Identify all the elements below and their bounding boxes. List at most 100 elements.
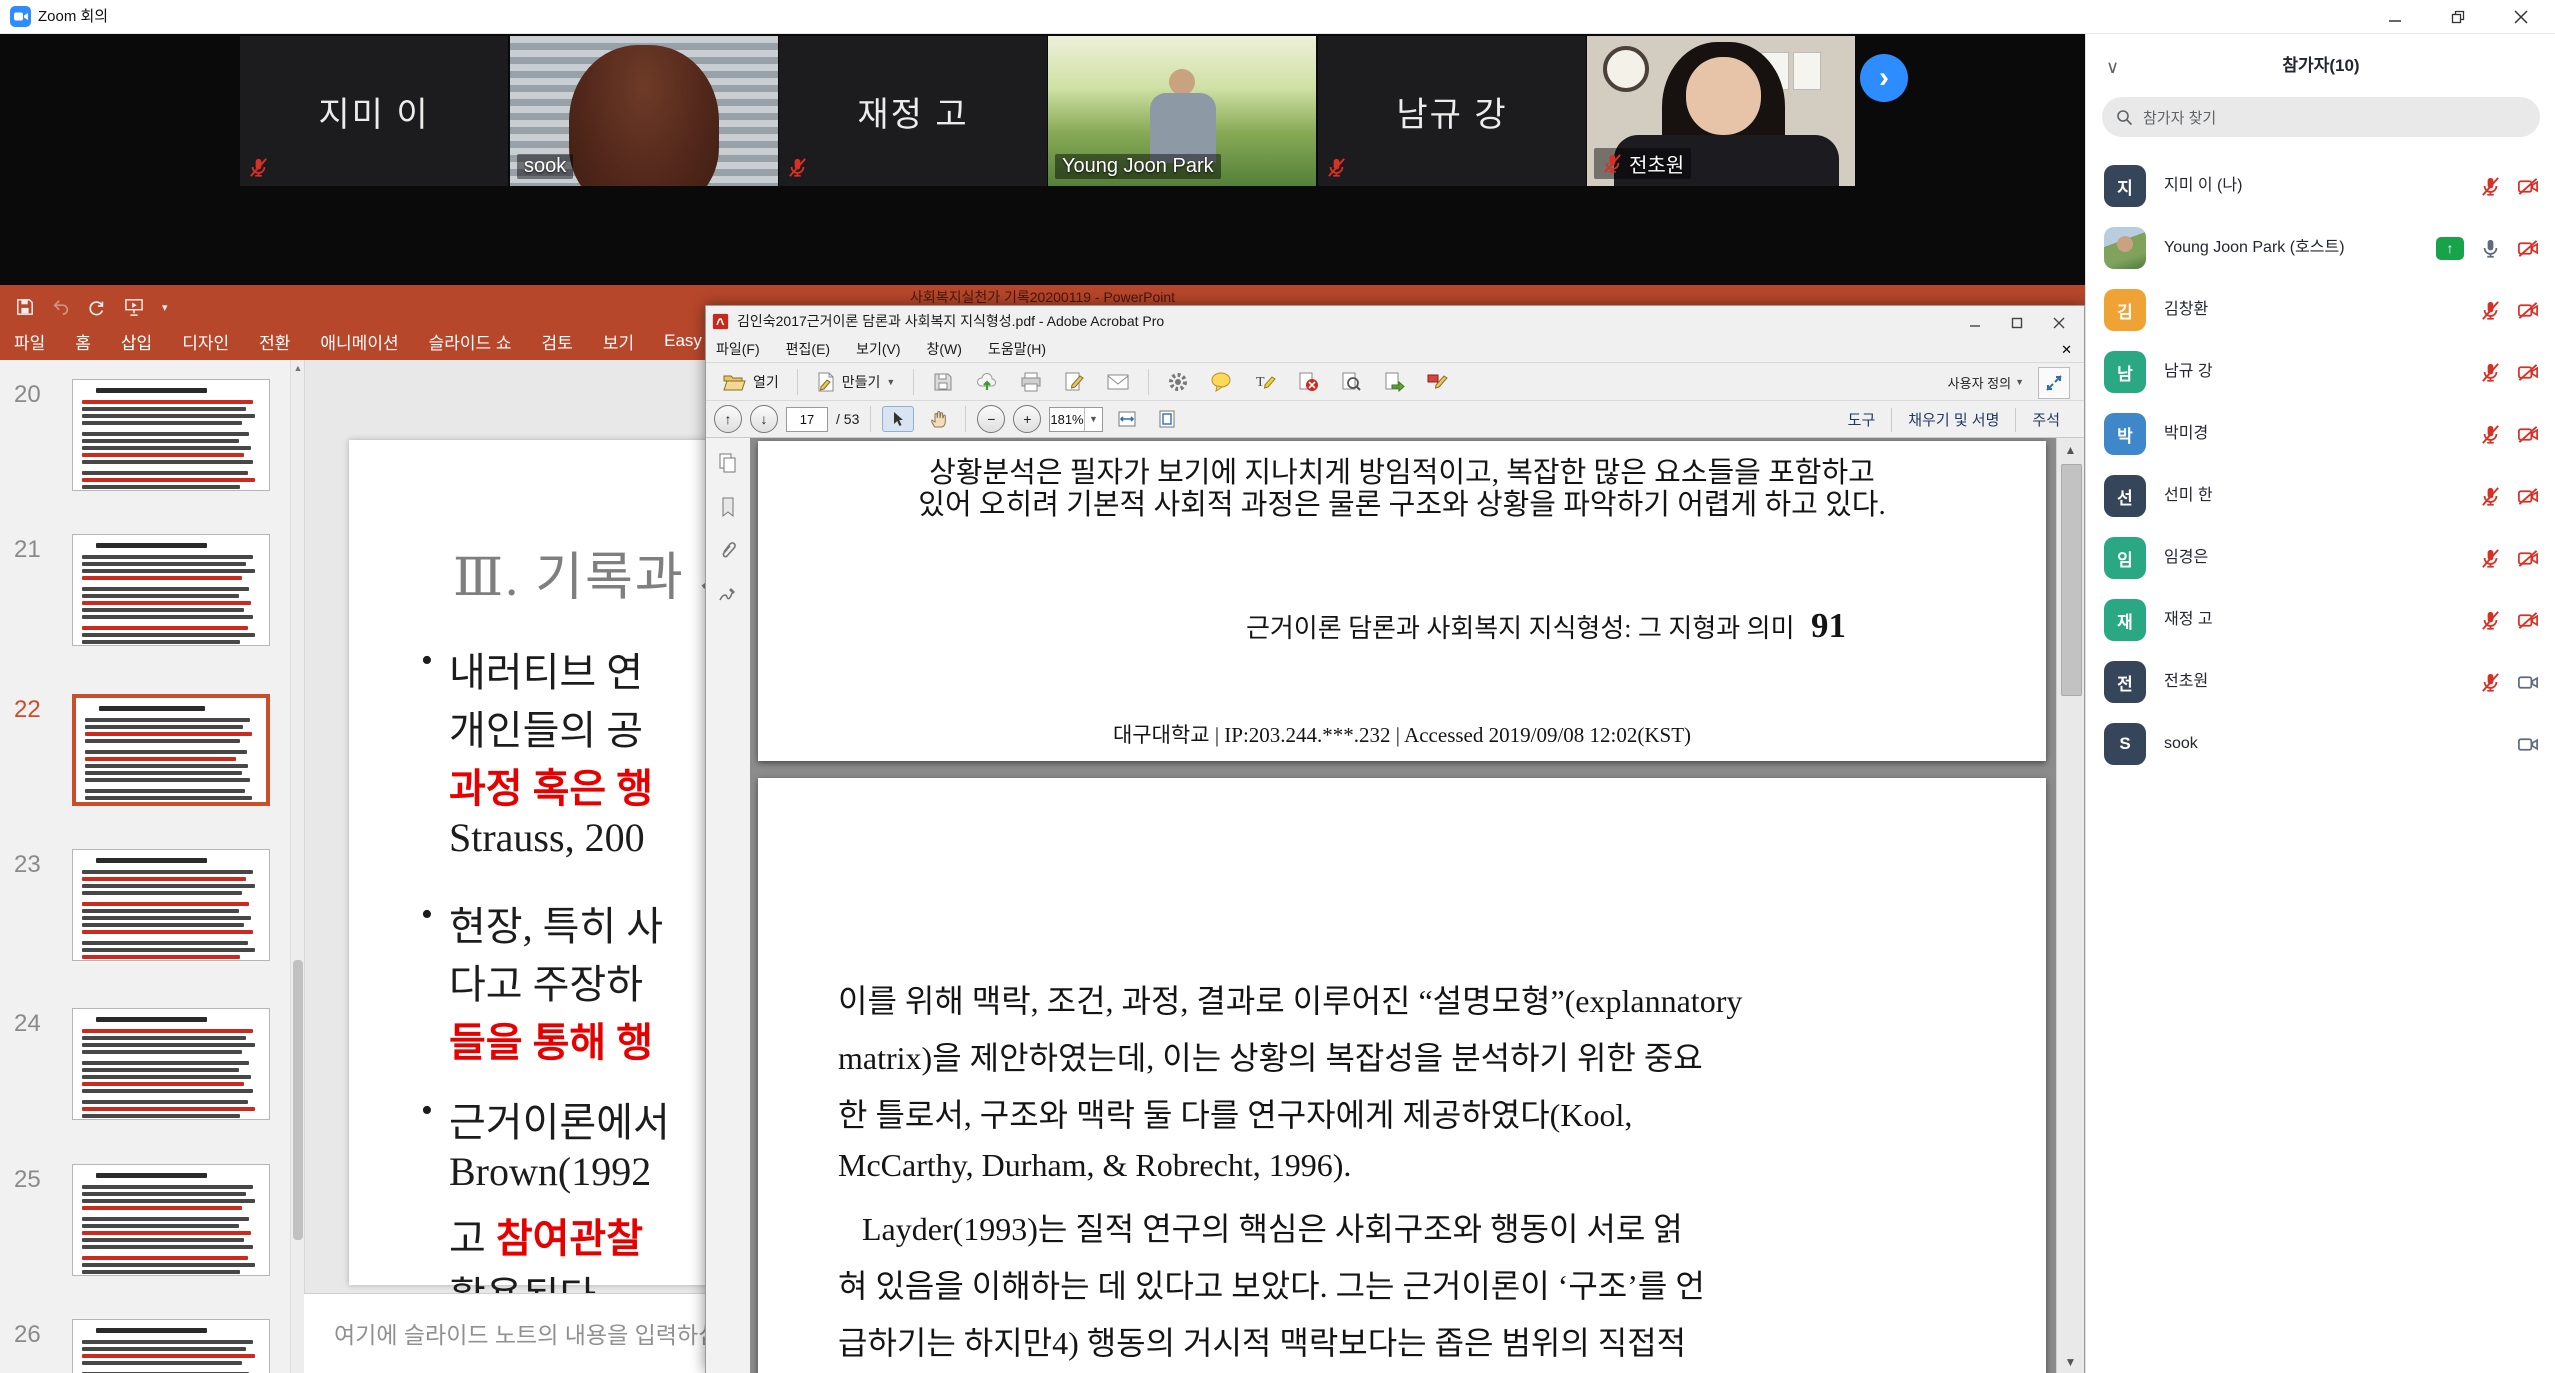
ribbon-tab-6[interactable]: 애니메이션 bbox=[320, 329, 398, 354]
mic-off-icon bbox=[2479, 299, 2502, 322]
comment-balloon-icon[interactable] bbox=[1204, 368, 1239, 396]
video-tile-1[interactable]: 지미 이 bbox=[240, 36, 508, 186]
participant-row[interactable]: 선선미 한 bbox=[2086, 465, 2555, 527]
participant-row[interactable]: 지지미 이 (나) bbox=[2086, 155, 2555, 217]
save-disk-icon[interactable] bbox=[926, 368, 960, 396]
hand-tool-icon[interactable] bbox=[922, 406, 954, 432]
ribbon-tab-4[interactable]: 디자인 bbox=[182, 329, 229, 354]
ribbon-tab-7[interactable]: 슬라이드 쇼 bbox=[429, 329, 512, 354]
zoom-titlebar[interactable]: Zoom 회의 bbox=[0, 0, 2555, 34]
resize-arrows-icon[interactable] bbox=[2038, 367, 2070, 399]
gear-icon[interactable] bbox=[1161, 368, 1195, 396]
fit-page-icon[interactable] bbox=[1151, 406, 1183, 432]
menu-1[interactable]: 파일(F) bbox=[716, 339, 760, 359]
signatures-icon[interactable] bbox=[717, 584, 739, 606]
participant-search-input[interactable]: 참가자 찾기 bbox=[2102, 97, 2540, 137]
slide-thumbnail-21[interactable] bbox=[72, 534, 270, 646]
acrobat-task-buttons: 도구 채우기 및 서명 주석 bbox=[1832, 401, 2076, 438]
video-tile-5[interactable]: 남규 강 bbox=[1318, 36, 1586, 186]
zoom-level-select[interactable]: 181%▼ bbox=[1049, 407, 1103, 432]
ribbon-tab-5[interactable]: 전환 bbox=[259, 329, 290, 354]
slide-thumbnail-23[interactable] bbox=[72, 849, 270, 961]
participant-row[interactable]: Ssook bbox=[2086, 713, 2555, 775]
zoom-in-icon[interactable]: + bbox=[1013, 405, 1041, 433]
ribbon-tab-9[interactable]: 보기 bbox=[603, 329, 634, 354]
slide-thumbnail-25[interactable] bbox=[72, 1164, 270, 1276]
page-number-input[interactable]: 17 bbox=[786, 407, 828, 432]
restore-icon[interactable] bbox=[2430, 0, 2486, 33]
mic-off-icon bbox=[2479, 361, 2502, 384]
maximize-icon[interactable] bbox=[1996, 306, 2038, 339]
menu-5[interactable]: 도움말(H) bbox=[988, 339, 1046, 359]
acrobat-scrollbar[interactable]: ▲ ▼ bbox=[2056, 438, 2084, 1373]
undo-icon[interactable] bbox=[52, 298, 70, 316]
create-button[interactable]: 만들기▼ bbox=[810, 368, 902, 396]
video-tile-3[interactable]: 재정 고 bbox=[779, 36, 1047, 186]
scroll-up-icon[interactable]: ▲ bbox=[2057, 438, 2084, 462]
ribbon-tab-1[interactable]: 파일 bbox=[14, 329, 45, 354]
minimize-icon[interactable] bbox=[2367, 0, 2423, 33]
page-thumbnails-icon[interactable] bbox=[717, 452, 739, 474]
zoom-out-icon[interactable]: − bbox=[977, 405, 1005, 433]
close-icon[interactable] bbox=[2038, 306, 2080, 339]
menu-3[interactable]: 보기(V) bbox=[856, 339, 900, 359]
camera-off-icon bbox=[2516, 547, 2540, 570]
cloud-upload-icon[interactable] bbox=[969, 368, 1005, 396]
document-view[interactable]: 상황분석은 필자가 보기에 지나치게 방임적이고, 복잡한 많은 요소들을 포함… bbox=[750, 438, 2059, 1373]
acrobat-titlebar[interactable]: 김인숙2017근거이론 담론과 사회복지 지식형성.pdf - Adobe Ac… bbox=[706, 306, 2084, 336]
open-button[interactable]: 열기 bbox=[716, 369, 785, 395]
scrollbar-thumb[interactable] bbox=[293, 960, 303, 1240]
highlighter-icon[interactable]: T bbox=[1248, 368, 1282, 396]
bookmarks-icon[interactable] bbox=[717, 496, 739, 518]
previous-page-icon[interactable]: ↑ bbox=[714, 405, 742, 433]
participant-row[interactable]: 남남규 강 bbox=[2086, 341, 2555, 403]
scroll-down-icon[interactable]: ▼ bbox=[2057, 1350, 2084, 1373]
video-tile-4[interactable]: Young Joon Park bbox=[1048, 36, 1316, 186]
menu-4[interactable]: 창(W) bbox=[927, 339, 962, 359]
select-tool-icon[interactable] bbox=[882, 406, 914, 432]
close-document-icon[interactable]: ✕ bbox=[2061, 336, 2072, 363]
menu-2[interactable]: 편집(E) bbox=[786, 339, 830, 359]
slide-text-line: •근거이론에서 bbox=[449, 1090, 670, 1148]
next-page-icon[interactable]: ↓ bbox=[750, 405, 778, 433]
edit-pen-doc-icon[interactable] bbox=[1057, 368, 1091, 396]
fit-width-icon[interactable] bbox=[1111, 406, 1143, 432]
attachments-icon[interactable] bbox=[717, 540, 739, 562]
ribbon-tab-2[interactable]: 홈 bbox=[75, 329, 91, 354]
save-icon[interactable] bbox=[16, 298, 34, 316]
customize-qat-icon[interactable]: ▾ bbox=[162, 301, 168, 314]
customize-button[interactable]: 사용자 정의▼ bbox=[1948, 363, 2024, 401]
thumbnail-scrollbar[interactable]: ▲ bbox=[290, 360, 305, 1373]
slide-thumbnail-22[interactable] bbox=[72, 694, 270, 806]
doc-export-icon[interactable] bbox=[1377, 368, 1411, 396]
fill-sign-button[interactable]: 채우기 및 서명 bbox=[1892, 409, 2015, 430]
doc-edit-red-icon[interactable] bbox=[1420, 368, 1454, 396]
participant-row[interactable]: 재재정 고 bbox=[2086, 589, 2555, 651]
video-tile-2[interactable]: sook bbox=[510, 36, 778, 186]
scrollbar-thumb[interactable] bbox=[2061, 464, 2082, 696]
redo-icon[interactable] bbox=[88, 298, 106, 316]
notes-placeholder: 여기에 슬라이드 노트의 내용을 입력하십시오 bbox=[334, 1316, 762, 1350]
participant-row[interactable]: 박박미경 bbox=[2086, 403, 2555, 465]
doc-delete-icon[interactable] bbox=[1291, 368, 1325, 396]
close-icon[interactable] bbox=[2493, 0, 2549, 33]
participant-row[interactable]: 김김창환 bbox=[2086, 279, 2555, 341]
slide-thumbnail-20[interactable] bbox=[72, 379, 270, 491]
comment-button[interactable]: 주석 bbox=[2016, 409, 2076, 430]
ribbon-tab-3[interactable]: 삽입 bbox=[121, 329, 152, 354]
video-tile-6[interactable]: 전초원 bbox=[1587, 36, 1855, 186]
slide-thumbnail-26[interactable] bbox=[72, 1319, 270, 1373]
printer-icon[interactable] bbox=[1014, 368, 1048, 396]
doc-search-icon[interactable] bbox=[1334, 368, 1368, 396]
slideshow-icon[interactable] bbox=[124, 298, 144, 316]
slide-thumbnail-24[interactable] bbox=[72, 1008, 270, 1120]
more-participants-button[interactable]: › bbox=[1860, 54, 1908, 102]
envelope-icon[interactable] bbox=[1100, 369, 1136, 395]
ribbon-tab-8[interactable]: 검토 bbox=[542, 329, 573, 354]
scroll-up-icon[interactable]: ▲ bbox=[291, 360, 305, 376]
minimize-icon[interactable] bbox=[1954, 306, 1996, 339]
participant-row[interactable]: 전전초원 bbox=[2086, 651, 2555, 713]
participant-row[interactable]: Young Joon Park (호스트) ↑ bbox=[2086, 217, 2555, 279]
tools-button[interactable]: 도구 bbox=[1832, 409, 1892, 430]
participant-row[interactable]: 임임경은 bbox=[2086, 527, 2555, 589]
